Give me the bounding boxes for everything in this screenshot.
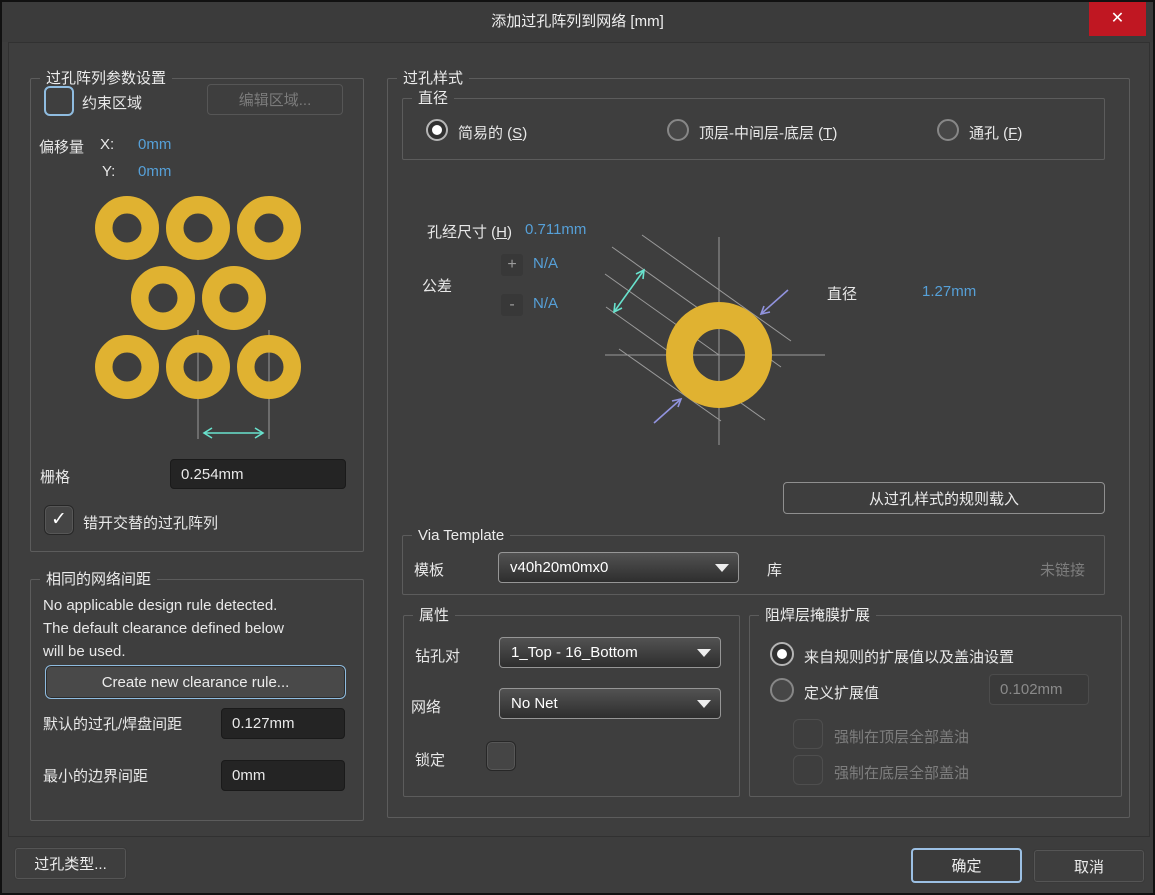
- cancel-button[interactable]: 取消: [1033, 849, 1145, 883]
- create-clearance-rule-button[interactable]: Create new clearance rule...: [45, 665, 346, 699]
- net-dropdown-value: No Net: [511, 695, 558, 712]
- stagger-label: 错开交替的过孔阵列: [83, 515, 219, 532]
- via-types-button[interactable]: 过孔类型...: [14, 847, 127, 880]
- load-from-rule-button[interactable]: 从过孔样式的规则载入: [783, 482, 1105, 514]
- net-label: 网络: [411, 699, 442, 716]
- force-tent-top-label: 强制在顶层全部盖油: [834, 729, 970, 746]
- radio-top-middle-bottom-label: 顶层-中间层-底层 (T): [699, 125, 838, 142]
- radio-expansion-from-rule[interactable]: [770, 642, 794, 666]
- hole-measure-arrow-icon: [613, 268, 645, 314]
- offset-y-value: 0mm: [138, 163, 172, 180]
- force-tent-bottom-checkbox[interactable]: [793, 755, 823, 785]
- locked-checkbox[interactable]: [486, 741, 516, 771]
- diameter-value[interactable]: 1.27mm: [922, 283, 976, 300]
- chevron-down-icon: [697, 699, 711, 708]
- close-icon: ✕: [1110, 10, 1125, 27]
- titlebar: 添加过孔阵列到网络 [mm]: [2, 2, 1153, 42]
- drill-pair-dropdown[interactable]: 1_Top - 16_Bottom: [499, 637, 721, 668]
- offset-label: 偏移量: [39, 139, 85, 156]
- tolerance-label: 公差: [422, 278, 453, 295]
- diameter-arrow-top-icon: [759, 289, 789, 316]
- grid-dimension-arrow-icon: [202, 427, 265, 439]
- grid-input[interactable]: [170, 459, 346, 489]
- radio-simple-label: 简易的 (S): [458, 125, 528, 142]
- group-title: 过孔样式: [397, 69, 470, 88]
- constrain-area-label: 约束区域: [82, 95, 143, 112]
- clearance-info-line2: The default clearance defined below: [43, 620, 284, 637]
- edit-area-button[interactable]: 编辑区域...: [207, 84, 343, 115]
- radio-full-stack[interactable]: [937, 119, 959, 141]
- hole-size-value[interactable]: 0.711mm: [525, 221, 586, 238]
- offset-x-label: X:: [100, 136, 115, 153]
- library-status: 未链接: [1040, 562, 1086, 579]
- radio-full-stack-label: 通孔 (F): [969, 125, 1023, 142]
- close-button[interactable]: ✕: [1089, 2, 1146, 36]
- ok-button[interactable]: 确定: [911, 848, 1022, 883]
- group-title: 属性: [413, 606, 456, 625]
- locked-label: 锁定: [415, 752, 446, 769]
- via-array-preview: [95, 196, 301, 439]
- chevron-down-icon: [697, 648, 711, 657]
- minus-icon: -: [501, 294, 523, 316]
- drill-pair-dropdown-value: 1_Top - 16_Bottom: [511, 644, 638, 661]
- diameter-arrow-bottom-icon: [653, 397, 683, 424]
- template-dropdown-value: v40h20m0mx0: [510, 559, 609, 576]
- group-title: Via Template: [412, 526, 511, 545]
- tolerance-plus-value[interactable]: N/A: [533, 255, 558, 272]
- default-clearance-label: 默认的过孔/焊盘间距: [43, 716, 183, 733]
- net-dropdown[interactable]: No Net: [499, 688, 721, 719]
- group-title: 阻焊层掩膜扩展: [759, 606, 877, 625]
- via-diagram: [604, 234, 825, 445]
- force-tent-bottom-label: 强制在底层全部盖油: [834, 765, 970, 782]
- offset-y-label: Y:: [102, 163, 116, 180]
- check-icon: ✓: [51, 509, 67, 530]
- clearance-info-line3: will be used.: [43, 643, 126, 660]
- hole-size-label: 孔经尺寸 (H): [427, 224, 513, 241]
- min-boundary-label: 最小的边界间距: [43, 768, 149, 785]
- expansion-from-rule-label: 来自规则的扩展值以及盖油设置: [804, 649, 1015, 666]
- radio-top-middle-bottom[interactable]: [667, 119, 689, 141]
- min-boundary-input[interactable]: [221, 760, 345, 791]
- construction-lines: [604, 234, 825, 445]
- define-expansion-label: 定义扩展值: [804, 685, 880, 702]
- template-label: 模板: [414, 562, 445, 579]
- radio-define-expansion[interactable]: [770, 678, 794, 702]
- constrain-area-checkbox[interactable]: [44, 86, 74, 116]
- chevron-down-icon: [715, 563, 729, 572]
- plus-icon: +: [501, 254, 523, 276]
- grid-label: 栅格: [40, 469, 71, 486]
- library-label: 库: [767, 562, 783, 579]
- offset-x-value: 0mm: [138, 136, 172, 153]
- window-title: 添加过孔阵列到网络 [mm]: [491, 13, 664, 30]
- add-via-array-dialog: 添加过孔阵列到网络 [mm] ✕ 过孔阵列参数设置 约束区域 编辑区域... 偏…: [0, 0, 1155, 895]
- force-tent-top-checkbox[interactable]: [793, 719, 823, 749]
- clearance-info-line1: No applicable design rule detected.: [43, 597, 278, 614]
- group-title: 直径: [412, 89, 455, 108]
- drill-pair-label: 钻孔对: [415, 648, 461, 665]
- stagger-checkbox[interactable]: ✓: [44, 505, 74, 535]
- default-clearance-input[interactable]: [221, 708, 345, 739]
- template-dropdown[interactable]: v40h20m0mx0: [498, 552, 739, 583]
- diameter-label: 直径: [827, 286, 858, 303]
- tolerance-minus-value[interactable]: N/A: [533, 295, 558, 312]
- radio-simple[interactable]: [426, 119, 448, 141]
- expansion-value-input[interactable]: [989, 674, 1089, 705]
- group-title: 相同的网络间距: [40, 570, 158, 589]
